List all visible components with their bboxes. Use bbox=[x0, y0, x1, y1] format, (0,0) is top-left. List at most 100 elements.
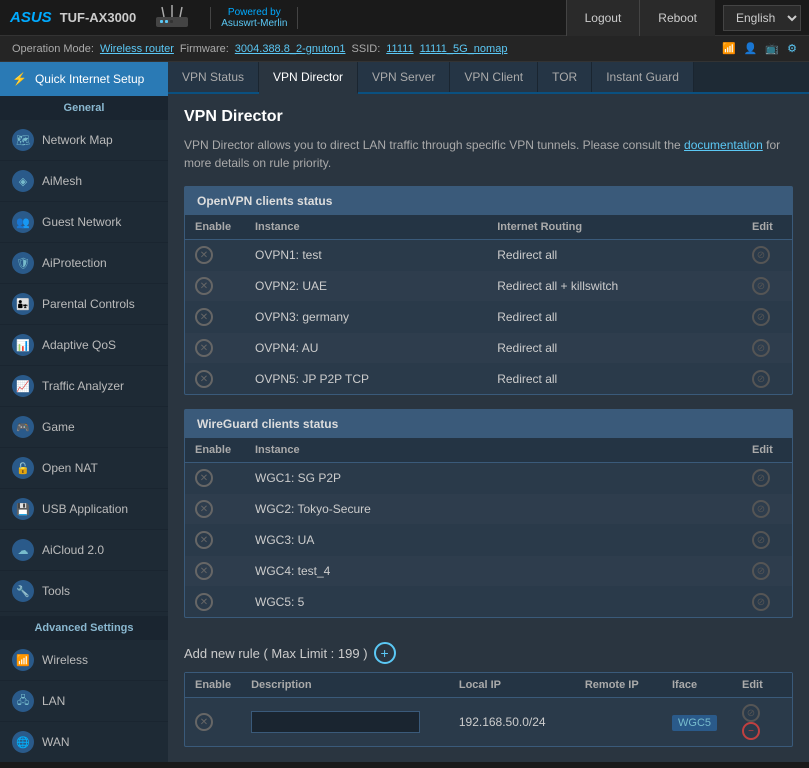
sidebar-item-aicloud[interactable]: ☁ AiCloud 2.0 bbox=[0, 530, 168, 571]
table-row: ✕ WGC2: Tokyo-Secure ⊘ bbox=[185, 494, 792, 525]
rule-row1-enable: ✕ bbox=[185, 698, 241, 747]
open-nat-label: Open NAT bbox=[42, 461, 98, 475]
tab-vpn-director[interactable]: VPN Director bbox=[259, 62, 358, 94]
sidebar-item-aimesh[interactable]: ◈ AiMesh bbox=[0, 161, 168, 202]
sidebar-item-game[interactable]: 🎮 Game bbox=[0, 407, 168, 448]
tab-bar: VPN Status VPN Director VPN Server VPN C… bbox=[168, 62, 809, 94]
openvpn-table: Enable Instance Internet Routing Edit ✕ … bbox=[185, 215, 792, 394]
firmware-value[interactable]: 3004.388.8_2-gnuton1 bbox=[235, 43, 346, 55]
enable-toggle-2[interactable]: ✕ bbox=[195, 277, 213, 295]
tab-vpn-status[interactable]: VPN Status bbox=[168, 62, 259, 92]
wg-edit-icon-2[interactable]: ⊘ bbox=[752, 500, 770, 518]
wg-row5-instance: WGC5: 5 bbox=[245, 587, 742, 618]
sidebar-item-parental-controls[interactable]: 👨‍👧 Parental Controls bbox=[0, 284, 168, 325]
tab-instant-guard[interactable]: Instant Guard bbox=[592, 62, 694, 92]
wireless-label: Wireless bbox=[42, 653, 88, 667]
openvpn-row1-instance: OVPN1: test bbox=[245, 240, 487, 271]
aimesh-label: AiMesh bbox=[42, 174, 82, 188]
wg-edit-icon-4[interactable]: ⊘ bbox=[752, 562, 770, 580]
aicloud-icon: ☁ bbox=[12, 539, 34, 561]
ssid-label: SSID: bbox=[352, 43, 381, 55]
wg-row5-edit: ⊘ bbox=[742, 587, 792, 618]
rule-delete-icon-1[interactable]: − bbox=[742, 722, 760, 740]
sidebar-item-lan[interactable]: 🖧 LAN bbox=[0, 681, 168, 722]
sidebar-item-adaptive-qos[interactable]: 📊 Adaptive QoS bbox=[0, 325, 168, 366]
language-select[interactable]: English bbox=[723, 5, 801, 31]
enable-toggle-1[interactable]: ✕ bbox=[195, 246, 213, 264]
add-rule-row: Add new rule ( Max Limit : 199 ) + bbox=[184, 632, 793, 672]
add-rule-button[interactable]: + bbox=[374, 642, 396, 664]
sidebar-item-open-nat[interactable]: 🔓 Open NAT bbox=[0, 448, 168, 489]
top-nav-buttons: Logout Reboot bbox=[566, 0, 715, 36]
documentation-link[interactable]: documentation bbox=[684, 138, 763, 152]
logout-button[interactable]: Logout bbox=[566, 0, 640, 36]
logo-area: ASUS TUF-AX3000 bbox=[0, 3, 210, 33]
edit-icon-2[interactable]: ⊘ bbox=[752, 277, 770, 295]
sidebar-item-wireless[interactable]: 📶 Wireless bbox=[0, 640, 168, 681]
enable-toggle-5[interactable]: ✕ bbox=[195, 370, 213, 388]
page-content: VPN Director VPN Director allows you to … bbox=[168, 94, 809, 762]
sidebar-item-usb-application[interactable]: 💾 USB Application bbox=[0, 489, 168, 530]
game-label: Game bbox=[42, 420, 75, 434]
sidebar-general-title: General bbox=[0, 96, 168, 120]
wireguard-section: WireGuard clients status Enable Instance… bbox=[184, 409, 793, 618]
edit-icon-4[interactable]: ⊘ bbox=[752, 339, 770, 357]
wg-enable-toggle-1[interactable]: ✕ bbox=[195, 469, 213, 487]
enable-toggle-4[interactable]: ✕ bbox=[195, 339, 213, 357]
tab-tor[interactable]: TOR bbox=[538, 62, 592, 92]
wg-enable-toggle-2[interactable]: ✕ bbox=[195, 500, 213, 518]
rules-col-remote-ip: Remote IP bbox=[575, 673, 662, 698]
tab-vpn-server[interactable]: VPN Server bbox=[358, 62, 450, 92]
sidebar-item-guest-network[interactable]: 👥 Guest Network bbox=[0, 202, 168, 243]
info-bar: Operation Mode: Wireless router Firmware… bbox=[0, 36, 809, 62]
wireguard-section-header: WireGuard clients status bbox=[185, 410, 792, 438]
rules-col-iface: Iface bbox=[662, 673, 732, 698]
openvpn-row5-instance: OVPN5: JP P2P TCP bbox=[245, 364, 487, 395]
enable-toggle-3[interactable]: ✕ bbox=[195, 308, 213, 326]
sidebar-item-tools[interactable]: 🔧 Tools bbox=[0, 571, 168, 612]
operation-mode-value[interactable]: Wireless router bbox=[100, 43, 174, 55]
rule-description-input[interactable] bbox=[251, 711, 420, 733]
rules-table: Enable Description Local IP Remote IP If… bbox=[185, 673, 792, 746]
edit-icon-1[interactable]: ⊘ bbox=[752, 246, 770, 264]
wg-enable-toggle-3[interactable]: ✕ bbox=[195, 531, 213, 549]
openvpn-row3-routing: Redirect all bbox=[487, 302, 742, 333]
page-description: VPN Director allows you to direct LAN tr… bbox=[184, 136, 793, 172]
rule-edit-icon-1[interactable]: ⊘ bbox=[742, 704, 760, 722]
openvpn-row3-instance: OVPN3: germany bbox=[245, 302, 487, 333]
table-row: ✕ WGC3: UA ⊘ bbox=[185, 525, 792, 556]
wireguard-table: Enable Instance Edit ✕ WGC1: SG P2P ⊘ ✕ bbox=[185, 438, 792, 617]
wg-edit-icon-1[interactable]: ⊘ bbox=[752, 469, 770, 487]
reboot-button[interactable]: Reboot bbox=[639, 0, 715, 36]
tab-vpn-client[interactable]: VPN Client bbox=[450, 62, 538, 92]
ssid-value[interactable]: 11111 bbox=[386, 43, 413, 55]
wg-edit-icon-3[interactable]: ⊘ bbox=[752, 531, 770, 549]
openvpn-col-enable: Enable bbox=[185, 215, 245, 240]
edit-icon-3[interactable]: ⊘ bbox=[752, 308, 770, 326]
openvpn-col-routing: Internet Routing bbox=[487, 215, 742, 240]
usb-application-label: USB Application bbox=[42, 502, 128, 516]
sidebar-item-wan[interactable]: 🌐 WAN bbox=[0, 722, 168, 762]
main-layout: ⚡ Quick Internet Setup General 🗺 Network… bbox=[0, 62, 809, 762]
wg-enable-toggle-5[interactable]: ✕ bbox=[195, 593, 213, 611]
openvpn-row1-edit: ⊘ bbox=[742, 240, 792, 271]
quick-setup-icon: ⚡ bbox=[12, 72, 27, 86]
openvpn-row3-enable: ✕ bbox=[185, 302, 245, 333]
edit-icon-5[interactable]: ⊘ bbox=[752, 370, 770, 388]
rule-enable-toggle-1[interactable]: ✕ bbox=[195, 713, 213, 731]
aiprotection-label: AiProtection bbox=[42, 256, 107, 270]
sidebar-item-network-map[interactable]: 🗺 Network Map bbox=[0, 120, 168, 161]
wg-row4-enable: ✕ bbox=[185, 556, 245, 587]
wg-enable-toggle-4[interactable]: ✕ bbox=[195, 562, 213, 580]
ssid-5g-value[interactable]: 11111_5G_nomap bbox=[420, 43, 508, 55]
wan-icon: 🌐 bbox=[12, 731, 34, 753]
sidebar-item-aiprotection[interactable]: 🛡 AiProtection bbox=[0, 243, 168, 284]
wg-row3-edit: ⊘ bbox=[742, 525, 792, 556]
wg-row5-enable: ✕ bbox=[185, 587, 245, 618]
sidebar-item-traffic-analyzer[interactable]: 📈 Traffic Analyzer bbox=[0, 366, 168, 407]
openvpn-row4-routing: Redirect all bbox=[487, 333, 742, 364]
wg-edit-icon-5[interactable]: ⊘ bbox=[752, 593, 770, 611]
openvpn-row5-enable: ✕ bbox=[185, 364, 245, 395]
sidebar-item-quick-internet-setup[interactable]: ⚡ Quick Internet Setup bbox=[0, 62, 168, 96]
usb-application-icon: 💾 bbox=[12, 498, 34, 520]
